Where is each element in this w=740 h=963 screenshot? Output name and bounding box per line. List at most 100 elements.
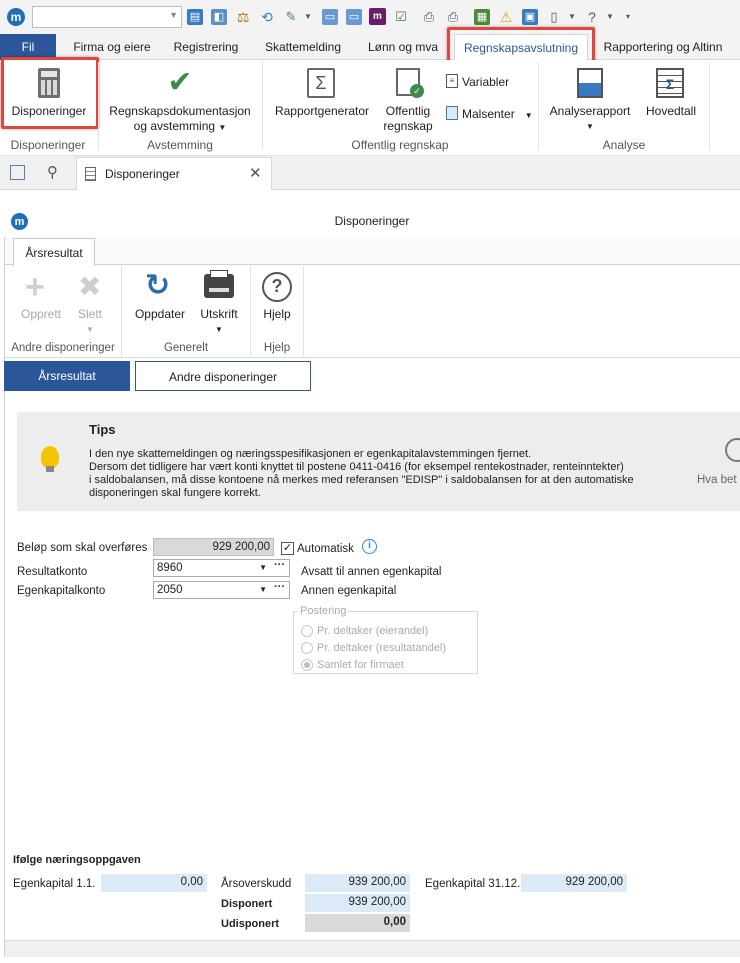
close-icon[interactable]: ✕ <box>249 164 262 182</box>
company-selector[interactable]: ▼ <box>32 6 182 28</box>
tips-panel: Tips I den nye skattemeldingen og næring… <box>17 412 740 511</box>
hovedtall-button[interactable]: Hovedtall <box>640 104 702 119</box>
oppdater-button[interactable]: Oppdater <box>128 307 192 322</box>
tab-registrering[interactable]: Registrering <box>166 34 246 60</box>
resultatkonto-field[interactable]: 8960 ▼ ··· <box>153 559 290 577</box>
report-generator-icon: Σ <box>307 68 335 98</box>
subtab-andre-disponeringer[interactable]: Andre disponeringer <box>135 361 311 391</box>
chevron-down-icon[interactable]: ▼ <box>259 582 267 598</box>
slett-button[interactable]: Slett ▼ <box>70 307 110 337</box>
tab-skattemelding[interactable]: Skattemelding <box>256 34 350 60</box>
rapportgenerator-button[interactable]: Rapportgenerator <box>270 104 374 119</box>
analysis-report-icon <box>577 68 603 98</box>
radio-samlet-for-firmaet[interactable] <box>301 659 313 671</box>
malsenter-label: Malsenter <box>462 107 515 121</box>
resultatkonto-description: Avsatt til annen egenkapital <box>301 566 442 578</box>
document-tab-disponeringer[interactable]: Disponeringer ✕ <box>76 157 272 190</box>
window-icon[interactable]: ▣ <box>522 9 538 25</box>
dropdown-icon[interactable]: ▼ <box>304 12 312 21</box>
customize-toolbar-icon[interactable]: ▾ <box>626 12 630 21</box>
document-icon[interactable]: ▯ <box>546 9 562 25</box>
app-logo-icon: m <box>7 8 25 26</box>
utskrift-button[interactable]: Utskrift ▼ <box>194 307 244 337</box>
chevron-down-icon: ▼ <box>218 123 227 132</box>
tips-text: I den nye skattemeldingen og næringsspes… <box>89 448 669 500</box>
chevron-down-icon: ▼ <box>86 325 94 334</box>
tips-title: Tips <box>89 422 116 437</box>
printer-check-icon[interactable]: ⎙ <box>445 9 461 25</box>
ellipsis-icon[interactable]: ··· <box>274 579 285 595</box>
tips-line: disponeringen skal fungere korrekt. <box>89 487 261 499</box>
regnskapsdok-label-2: og avstemming <box>133 119 216 133</box>
postering-label: Postering <box>298 605 349 617</box>
ek3112-label: Egenkapital 31.12. <box>425 878 521 890</box>
tab-rapportering-og-altinn[interactable]: Rapportering og Altinn <box>596 34 730 60</box>
chevron-down-icon[interactable]: ▼ <box>568 12 576 21</box>
person-card-icon[interactable]: ◧ <box>211 9 227 25</box>
offentlig-label-1: Offentlig <box>385 104 431 118</box>
egenkapitalkonto-description: Annen egenkapital <box>301 585 397 597</box>
disponert-label: Disponert <box>221 898 273 910</box>
ribbon-separator <box>538 62 539 150</box>
highlight-box <box>1 57 99 129</box>
radio-label: Samlet for firmaet <box>317 659 404 671</box>
ribbon-separator <box>709 62 710 150</box>
tips-line: Dersom det tidligere har vært konti knyt… <box>89 461 624 473</box>
sync-icon[interactable]: ⟲ <box>259 9 275 25</box>
tab-arsresultat[interactable]: Årsresultat <box>13 238 95 266</box>
chevron-down-icon: ▼ <box>524 111 533 120</box>
hjelp-button[interactable]: Hjelp <box>256 307 298 322</box>
chevron-down-icon[interactable]: ▼ <box>259 560 267 576</box>
doc-tab-label: Disponeringer <box>105 167 180 181</box>
scales-icon[interactable]: ⚖ <box>235 9 251 25</box>
search-icon[interactable]: ⚲ <box>47 163 58 181</box>
analyserapport-button[interactable]: Analyserapport ▼ <box>544 104 636 134</box>
tips-line: I den nye skattemeldingen og næringsspes… <box>89 448 532 460</box>
chevron-down-icon: ▼ <box>586 122 594 131</box>
home-icon[interactable]: ▤ <box>187 9 203 25</box>
resultatkonto-value: 8960 <box>157 562 183 574</box>
arsoverskudd-value: 939 200,00 <box>305 874 410 892</box>
radio-pr-deltaker-eierandel[interactable] <box>301 625 313 637</box>
malsenter-button[interactable]: Malsenter ▼ <box>462 107 533 123</box>
logo-icon[interactable]: m <box>369 8 386 25</box>
printer-icon[interactable]: ⎙ <box>421 9 437 25</box>
tab-lonn-og-mva[interactable]: Lønn og mva <box>360 34 446 60</box>
layout-icon[interactable] <box>10 165 25 180</box>
checklist-icon[interactable]: ☑ <box>393 9 409 25</box>
variabler-button[interactable]: Variabler <box>462 75 509 90</box>
udisponert-value: 0,00 <box>305 914 410 932</box>
table-icon[interactable]: ▦ <box>474 9 490 25</box>
radio-pr-deltaker-resultatandel[interactable] <box>301 642 313 654</box>
utskrift-label: Utskrift <box>200 307 238 321</box>
help-icon[interactable] <box>725 438 740 462</box>
group-label-hjelp: Hjelp <box>263 342 291 354</box>
ribbon-separator <box>262 62 263 150</box>
monitor-icon[interactable]: ▭ <box>322 9 338 25</box>
calculator-icon <box>85 167 96 181</box>
window-title-bar: m Disponeringer <box>4 205 740 237</box>
group-label-disponeringer: Disponeringer <box>10 138 86 152</box>
egenkapitalkonto-field[interactable]: 2050 ▼ ··· <box>153 581 290 599</box>
chevron-down-icon[interactable]: ▼ <box>606 12 614 21</box>
ek3112-value: 929 200,00 <box>521 874 627 892</box>
public-report-icon: ✓ <box>396 68 424 98</box>
monitor-icon[interactable]: ▭ <box>346 9 362 25</box>
regnskapsdokumentasjon-button[interactable]: Regnskapsdokumentasjon og avstemming ▼ <box>104 104 256 135</box>
opprett-button[interactable]: Opprett <box>14 307 68 322</box>
variables-icon: ≡ <box>446 74 458 88</box>
info-icon[interactable]: i <box>362 539 377 554</box>
toolbar-separator <box>250 266 251 356</box>
plus-icon: + <box>25 268 45 306</box>
edit-icon[interactable]: ✎ <box>283 9 299 25</box>
ellipsis-icon[interactable]: ··· <box>274 557 285 573</box>
automatisk-checkbox[interactable]: ✓ <box>281 542 294 555</box>
checkmark-icon: ✔ <box>167 66 193 99</box>
hva-betyr-link[interactable]: Hva bet <box>697 474 737 486</box>
warning-icon[interactable]: ⚠ <box>498 9 514 25</box>
help-icon[interactable]: ? <box>584 9 600 25</box>
regnskapsdok-label-1: Regnskapsdokumentasjon <box>109 104 251 118</box>
subtab-arsresultat[interactable]: Årsresultat <box>4 361 130 391</box>
offentlig-regnskap-button[interactable]: Offentlig regnskap <box>376 104 440 134</box>
delete-x-icon: ✖ <box>78 271 102 302</box>
